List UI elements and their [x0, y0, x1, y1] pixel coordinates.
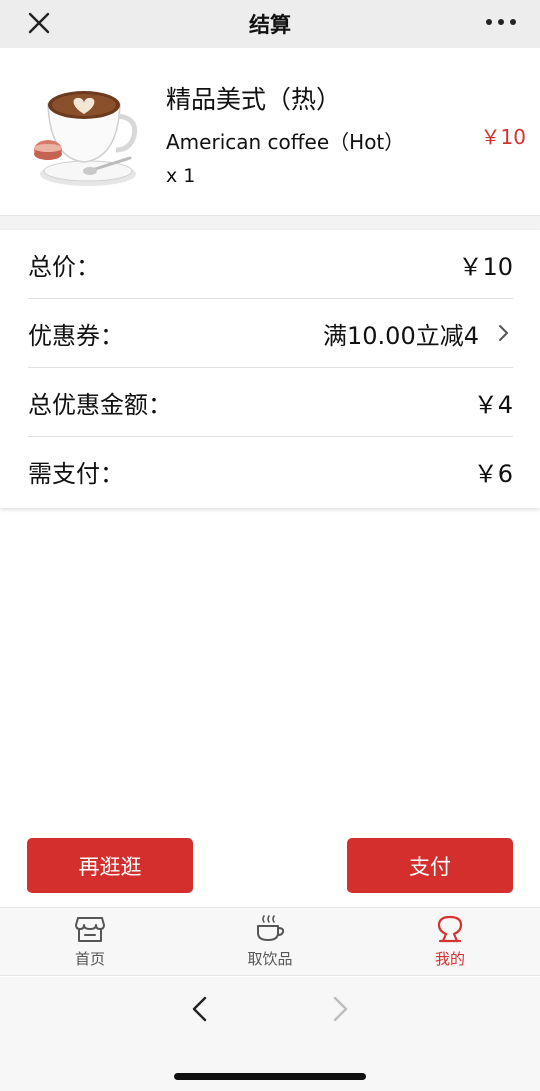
- total-price-label: 总价：: [28, 252, 100, 281]
- coupon-value-wrap: 满10.00立减4: [323, 316, 513, 351]
- forward-arrow-icon[interactable]: [326, 994, 354, 1024]
- total-discount-row: 总优惠金额： ￥4: [28, 368, 513, 437]
- back-arrow-icon[interactable]: [186, 994, 214, 1024]
- hot-cup-icon: [257, 915, 285, 941]
- coffee-cup-icon: [34, 91, 138, 186]
- order-summary: 总价： ￥10 优惠券： 满10.00立减4 总优惠金额： ￥4 需支付： ￥6: [0, 230, 540, 508]
- tab-pickup-label: 取饮品: [247, 950, 293, 968]
- tab-mine[interactable]: 我的: [400, 914, 500, 974]
- total-discount-label: 总优惠金额：: [28, 390, 172, 419]
- profile-icon: [437, 915, 463, 943]
- amount-due-row: 需支付： ￥6: [28, 437, 513, 506]
- total-discount-value: ￥4: [473, 390, 513, 419]
- tab-bar: 首页 取饮品 我的: [0, 907, 540, 976]
- tab-mine-label: 我的: [434, 950, 465, 968]
- amount-due-label: 需支付：: [28, 460, 124, 488]
- pay-button[interactable]: 支付: [347, 838, 513, 893]
- section-divider: [0, 216, 540, 230]
- tab-home[interactable]: 首页: [40, 914, 140, 974]
- product-item: 精品美式（热） American coffee（Hot） x 1 ￥10: [0, 48, 540, 216]
- browse-more-button[interactable]: 再逛逛: [27, 838, 193, 893]
- tab-home-label: 首页: [74, 950, 105, 968]
- page-title: 结算: [249, 13, 291, 37]
- close-icon[interactable]: [24, 8, 54, 38]
- product-quantity: x 1: [166, 165, 196, 187]
- more-icon[interactable]: [484, 12, 518, 32]
- home-indicator: [174, 1073, 366, 1080]
- coupon-label: 优惠券：: [28, 321, 124, 350]
- total-price-row: 总价： ￥10: [28, 230, 513, 299]
- tab-pickup[interactable]: 取饮品: [220, 914, 320, 974]
- browser-nav-bar: [0, 977, 540, 1091]
- product-name-en: American coffee（Hot）: [166, 130, 405, 154]
- title-bar: 结算: [0, 0, 540, 48]
- store-icon: [75, 917, 105, 942]
- coupon-value: 满10.00立减4: [323, 321, 479, 350]
- chevron-right-icon[interactable]: [493, 323, 513, 343]
- coupon-row[interactable]: 优惠券： 满10.00立减4: [28, 299, 513, 368]
- product-name-cn: 精品美式（热）: [166, 85, 342, 114]
- amount-due-value: ￥6: [473, 460, 513, 488]
- product-price: ￥10: [480, 125, 526, 149]
- total-price-value: ￥10: [458, 252, 513, 281]
